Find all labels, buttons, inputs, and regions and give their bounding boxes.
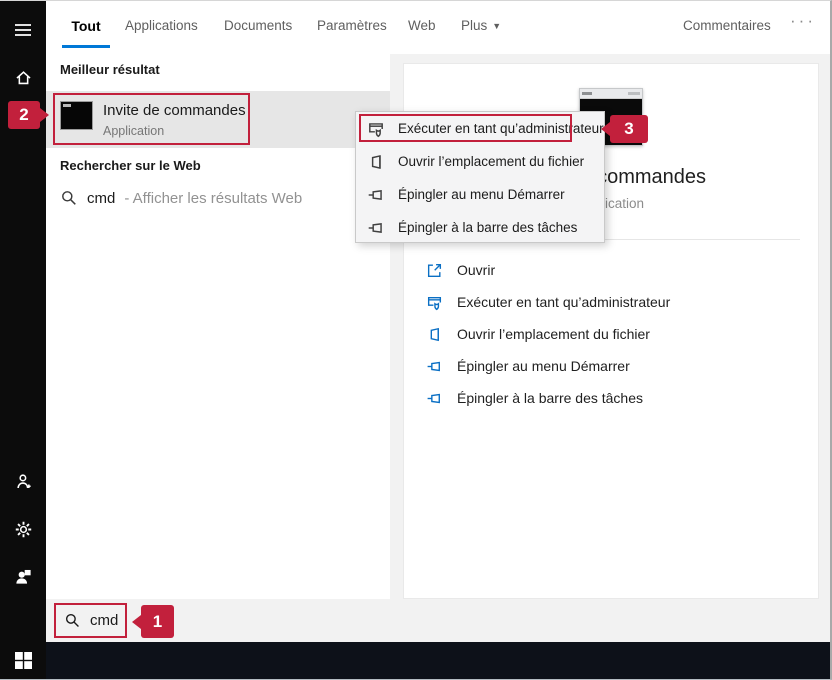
pin-icon — [426, 358, 443, 375]
web-search-suggestion[interactable]: cmd - Afficher les résultats Web — [60, 185, 302, 211]
tab-plus[interactable]: Plus ▼ — [461, 18, 501, 33]
taskbar — [46, 642, 830, 679]
action-open[interactable]: Ouvrir — [404, 254, 818, 286]
annotation-badge-1: 1 — [141, 605, 174, 638]
menu-item-run-as-admin[interactable]: Exécuter en tant qu’administrateur — [356, 112, 604, 145]
search-web-header: Rechercher sur le Web — [60, 158, 201, 173]
search-query-text: cmd — [90, 612, 118, 629]
action-pin-taskbar[interactable]: Épingler à la barre des tâches — [404, 382, 818, 414]
web-search-suffix: - Afficher les résultats Web — [124, 190, 302, 207]
action-label: Ouvrir l’emplacement du fichier — [457, 326, 650, 342]
add-account-icon[interactable] — [0, 461, 46, 501]
best-result-header: Meilleur résultat — [60, 62, 160, 77]
windows-search-flyout: Tout Applications Documents Paramètres W… — [0, 0, 832, 680]
action-pin-start[interactable]: Épingler au menu Démarrer — [404, 350, 818, 382]
preview-actions-list: Ouvrir Exécuter en tant qu’administrateu… — [404, 254, 818, 414]
start-button-windows-logo-icon[interactable] — [0, 642, 46, 679]
home-icon[interactable] — [0, 57, 46, 97]
open-icon — [426, 262, 443, 279]
pin-icon — [426, 390, 443, 407]
tab-applications[interactable]: Applications — [125, 18, 198, 33]
search-icon — [60, 189, 78, 207]
context-menu: Exécuter en tant qu’administrateur Ouvri… — [355, 111, 605, 243]
hamburger-menu-icon[interactable] — [0, 10, 46, 50]
best-result-item-command-prompt[interactable]: Invite de commandes Application — [46, 91, 390, 148]
tab-parametres[interactable]: Paramètres — [317, 18, 387, 33]
overflow-menu-icon[interactable]: ··· — [790, 11, 816, 31]
menu-item-label: Épingler à la barre des tâches — [398, 220, 577, 235]
tab-web[interactable]: Web — [408, 18, 436, 33]
file-location-icon — [367, 153, 385, 171]
search-results-panel: Meilleur résultat Invite de commandes Ap… — [46, 54, 390, 599]
feedback-link[interactable]: Commentaires — [683, 18, 771, 33]
run-as-admin-shield-icon — [367, 120, 385, 138]
action-run-as-admin[interactable]: Exécuter en tant qu’administrateur — [404, 286, 818, 318]
menu-item-pin-taskbar[interactable]: Épingler à la barre des tâches — [356, 211, 604, 244]
menu-item-open-file-location[interactable]: Ouvrir l’emplacement du fichier — [356, 145, 604, 178]
feedback-icon[interactable] — [0, 556, 46, 596]
run-as-admin-shield-icon — [426, 294, 443, 311]
action-label: Ouvrir — [457, 262, 495, 278]
best-result-title: Invite de commandes — [103, 102, 246, 119]
command-prompt-icon-titlebar — [580, 89, 642, 99]
annotation-badge-2: 2 — [8, 101, 40, 129]
web-search-query: cmd — [87, 190, 115, 207]
active-tab-underline — [62, 45, 110, 48]
settings-gear-icon[interactable] — [0, 509, 46, 549]
action-label: Épingler à la barre des tâches — [457, 390, 643, 406]
tab-plus-label: Plus — [461, 18, 487, 33]
pin-icon — [367, 219, 385, 237]
menu-item-label: Exécuter en tant qu’administrateur — [398, 121, 604, 136]
action-label: Exécuter en tant qu’administrateur — [457, 294, 670, 310]
menu-item-pin-start[interactable]: Épingler au menu Démarrer — [356, 178, 604, 211]
command-prompt-icon — [60, 101, 93, 130]
search-icon — [64, 612, 81, 629]
chevron-down-icon: ▼ — [492, 21, 501, 31]
tab-tout[interactable]: Tout — [62, 18, 110, 34]
pin-icon — [367, 186, 385, 204]
annotation-badge-3: 3 — [610, 115, 648, 143]
search-filter-tabs-bar: Tout Applications Documents Paramètres W… — [46, 1, 830, 54]
menu-item-label: Épingler au menu Démarrer — [398, 187, 565, 202]
best-result-subtitle: Application — [103, 124, 164, 138]
action-open-file-location[interactable]: Ouvrir l’emplacement du fichier — [404, 318, 818, 350]
search-input[interactable]: cmd — [54, 603, 127, 638]
file-location-icon — [426, 326, 443, 343]
action-label: Épingler au menu Démarrer — [457, 358, 630, 374]
tab-documents[interactable]: Documents — [224, 18, 292, 33]
menu-item-label: Ouvrir l’emplacement du fichier — [398, 154, 584, 169]
